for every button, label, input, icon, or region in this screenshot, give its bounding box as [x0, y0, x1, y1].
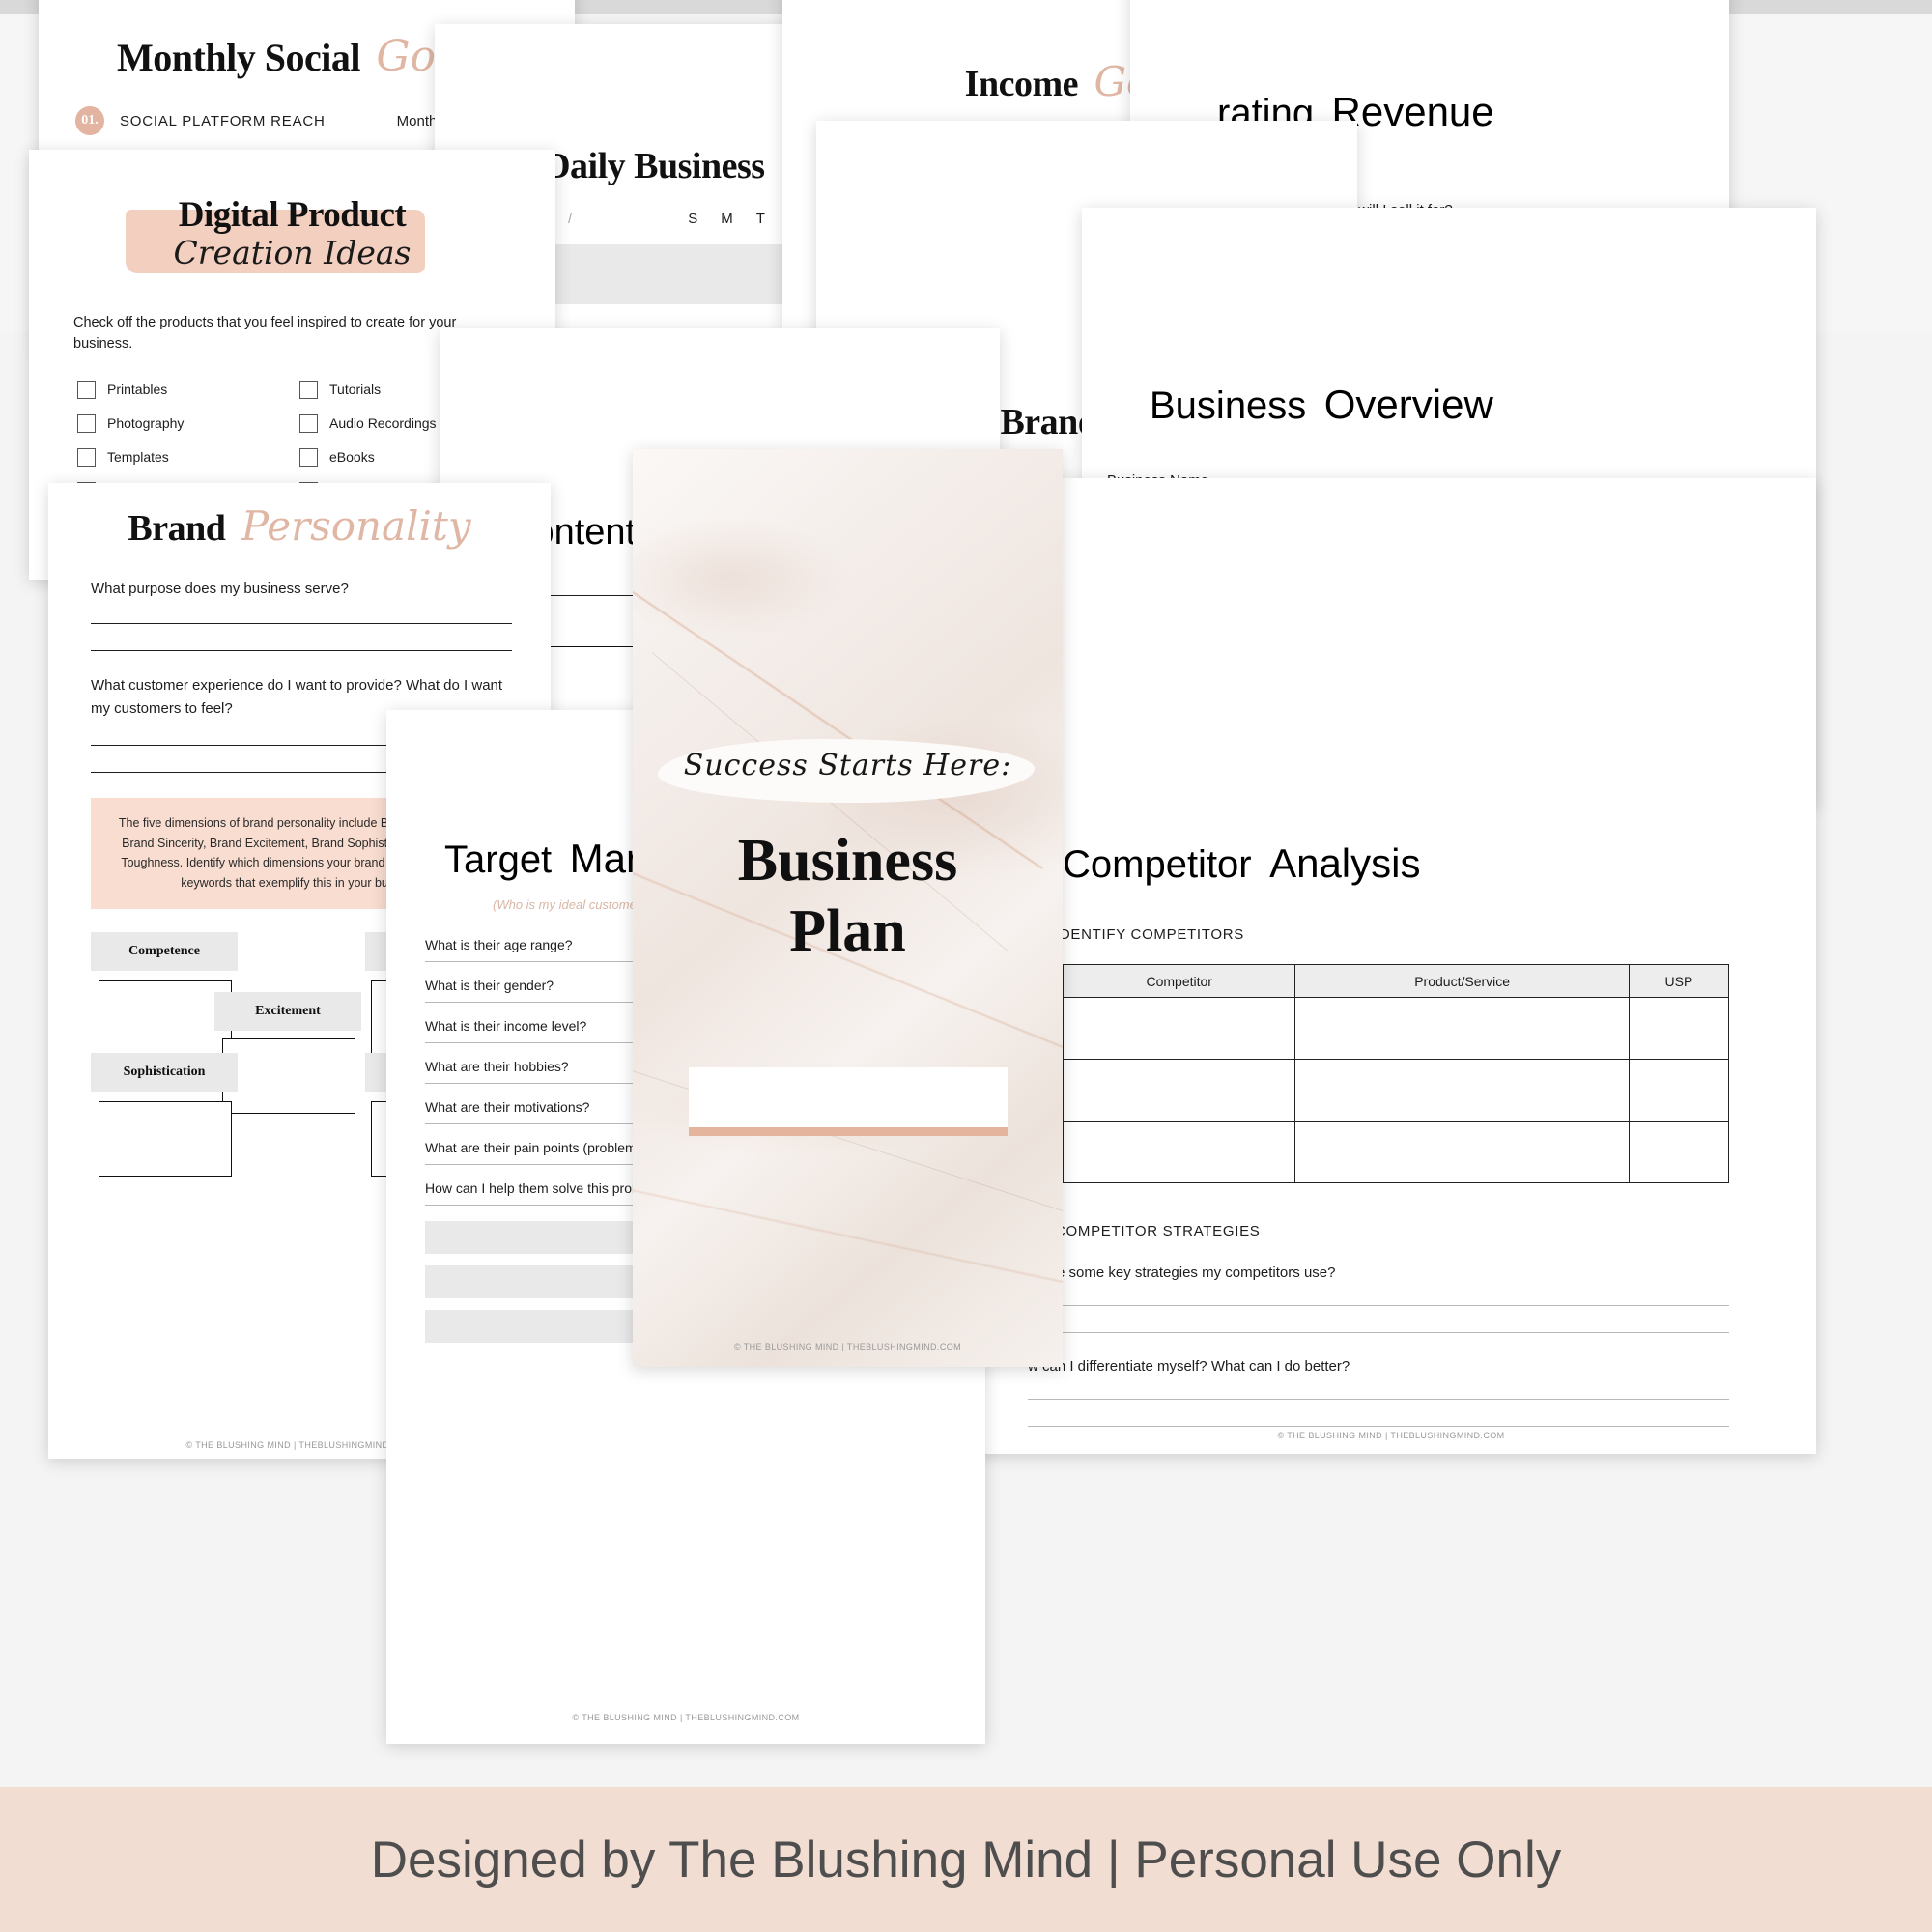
- cover-title-line-1: Business: [737, 828, 958, 894]
- brand-question-1: What purpose does my business serve?: [91, 581, 349, 597]
- checklist-item[interactable]: Photography: [77, 413, 299, 433]
- overview-title-bold: Business: [1150, 384, 1307, 427]
- target-title-bold: Target: [444, 838, 553, 881]
- page-cover[interactable]: Success Starts Here: Business Plan © THE…: [633, 449, 1063, 1367]
- item-checkbox[interactable]: [299, 380, 318, 399]
- dimension-box-sophistication[interactable]: [99, 1100, 232, 1177]
- table-row[interactable]: [1062, 1121, 1730, 1183]
- table-cell[interactable]: [1062, 1059, 1296, 1122]
- competitor-question-2: w can I differentiate myself? What can I…: [1028, 1358, 1350, 1375]
- cover-title-line-2: Plan: [789, 898, 906, 965]
- table-header-cell: Competitor: [1062, 964, 1296, 998]
- item-label: Printables: [107, 382, 168, 398]
- cover-name-box[interactable]: [689, 1067, 1008, 1127]
- step-number-badge: 01.: [75, 106, 104, 135]
- competitor-strategies-label: COMPETITOR STRATEGIES: [1055, 1222, 1261, 1239]
- identify-competitors-label: IDENTIFY COMPETITORS: [1055, 925, 1244, 943]
- table-cell[interactable]: [1294, 997, 1630, 1060]
- table-cell[interactable]: [1294, 1059, 1630, 1122]
- table-cell[interactable]: [1628, 1059, 1730, 1122]
- page-competitor-analysis[interactable]: Competitor Analysis IDENTIFY COMPETITORS…: [966, 478, 1816, 1454]
- page-credit: © THE BLUSHING MIND | THEBLUSHINGMIND.CO…: [1277, 1431, 1505, 1440]
- competitor-answer-2a[interactable]: [1028, 1398, 1729, 1400]
- item-label: Photography: [107, 415, 185, 432]
- dimension-label-excitement: Excitement: [214, 991, 361, 1031]
- digital-title-script: Creation Ideas: [173, 234, 412, 271]
- footer-band: Designed by The Blushing Mind | Personal…: [0, 1787, 1932, 1932]
- brand-title-script: Personality: [241, 502, 471, 550]
- social-platform-reach-label: SOCIAL PLATFORM REACH: [120, 112, 326, 129]
- table-header-cell: USP: [1628, 964, 1730, 998]
- cover-script-text: Success Starts Here:: [683, 749, 1012, 782]
- competitor-answer-1b[interactable]: [1028, 1331, 1729, 1333]
- table-cell[interactable]: [1294, 1121, 1630, 1183]
- overview-title-script: Overview: [1323, 382, 1493, 427]
- competitor-answer-1a[interactable]: [1028, 1304, 1729, 1306]
- checklist-item[interactable]: Templates: [77, 447, 299, 467]
- item-label: Tutorials: [329, 382, 382, 398]
- monthly-title-bold: Monthly Social: [117, 36, 360, 79]
- digital-title-bold: Digital Product: [178, 195, 407, 235]
- cover-accent-bar: [689, 1127, 1008, 1136]
- page-credit: © THE BLUSHING MIND | THEBLUSHINGMIND.CO…: [733, 1342, 962, 1351]
- cover-title: Business Plan: [633, 826, 1063, 967]
- dimension-label-competence: Competence: [91, 931, 238, 971]
- table-cell[interactable]: [1628, 997, 1730, 1060]
- checklist-item[interactable]: Printables: [77, 380, 299, 399]
- table-row[interactable]: [1062, 997, 1730, 1060]
- table-cell[interactable]: [1062, 1121, 1296, 1183]
- date-sep-2: /: [568, 211, 573, 227]
- page-credit: © THE BLUSHING MIND | THEBLUSHINGMIND.CO…: [572, 1713, 800, 1722]
- weekday-2[interactable]: T: [756, 211, 765, 227]
- income-title-bold: Income: [964, 64, 1079, 104]
- weekday-1[interactable]: M: [721, 211, 733, 227]
- competitor-table[interactable]: Competitor Product/Service USP: [1062, 964, 1730, 1183]
- competitor-title-script: Analysis: [1269, 840, 1421, 886]
- brand-answer-1a[interactable]: [91, 622, 512, 624]
- competitor-answer-2b[interactable]: [1028, 1425, 1729, 1427]
- dimension-box-competence[interactable]: [99, 980, 232, 1056]
- table-row[interactable]: [1062, 1059, 1730, 1122]
- item-checkbox[interactable]: [299, 413, 318, 433]
- table-cell[interactable]: [1628, 1121, 1730, 1183]
- item-label: Audio Recordings: [329, 415, 437, 432]
- competitor-question-1: at are some key strategies my competitor…: [1028, 1264, 1336, 1281]
- competitor-title-bold: Competitor: [1063, 843, 1252, 886]
- item-checkbox[interactable]: [77, 447, 96, 467]
- item-label: eBooks: [329, 449, 375, 466]
- weekday-0[interactable]: S: [688, 211, 697, 227]
- table-cell[interactable]: [1062, 997, 1296, 1060]
- item-checkbox[interactable]: [299, 447, 318, 467]
- item-label: Templates: [107, 449, 169, 466]
- item-checkbox[interactable]: [77, 413, 96, 433]
- table-header-row: Competitor Product/Service USP: [1062, 964, 1730, 998]
- table-header-cell: Product/Service: [1294, 964, 1630, 998]
- daily-title-bold: Daily Business: [544, 146, 765, 186]
- brand-answer-1b[interactable]: [91, 649, 512, 651]
- item-checkbox[interactable]: [77, 380, 96, 399]
- brand-title-bold: Brand: [128, 508, 226, 549]
- dimension-label-sophistication: Sophistication: [91, 1052, 238, 1092]
- dimension-box-excitement[interactable]: [222, 1037, 355, 1114]
- footer-credit: Designed by The Blushing Mind | Personal…: [370, 1831, 1562, 1889]
